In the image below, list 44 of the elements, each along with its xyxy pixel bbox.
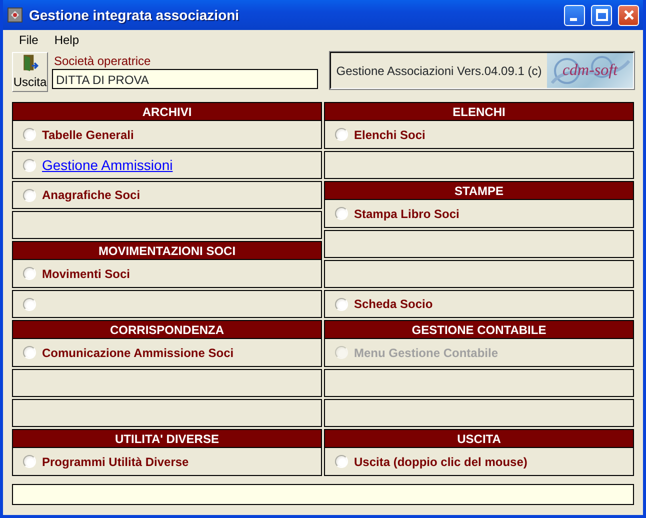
option-label[interactable]: Movimenti Soci — [42, 264, 130, 282]
radio-button[interactable] — [23, 188, 36, 202]
radio-button[interactable] — [335, 128, 348, 141]
company-field[interactable]: DITTA DI PROVA — [52, 69, 318, 89]
section-header: ELENCHI — [324, 102, 634, 121]
option-label[interactable]: Elenchi Soci — [354, 126, 426, 144]
minimize-button[interactable] — [564, 4, 585, 26]
field-label: Società operatrice — [53, 53, 152, 69]
section-header: MOVIMENTAZIONI SOCI — [12, 241, 322, 260]
section-header: UTILITA' DIVERSE — [12, 429, 322, 448]
option-label[interactable]: Stampa Libro Soci — [354, 204, 460, 222]
option-label[interactable]: Scheda Socio — [354, 295, 433, 313]
menu-item[interactable]: File — [13, 31, 44, 49]
minimize-icon — [570, 18, 576, 20]
close-icon — [622, 9, 634, 21]
option-label[interactable]: Comunicazione Ammissione Soci — [42, 344, 234, 362]
section-header: CORRISPONDENZA — [12, 320, 322, 339]
section-header: GESTIONE CONTABILE — [324, 320, 634, 339]
radio-button[interactable] — [23, 455, 36, 468]
option-label[interactable]: Programmi Utilità Diverse — [42, 452, 189, 470]
close-button[interactable] — [618, 4, 639, 26]
radio-button[interactable] — [23, 128, 36, 141]
section-header: ARCHIVI — [12, 102, 322, 121]
section-header: STAMPE — [324, 181, 634, 200]
radio-button[interactable] — [23, 267, 36, 280]
radio-button[interactable] — [335, 298, 348, 310]
window-title: Gestione integrata associazioni — [29, 6, 240, 25]
radio-button[interactable] — [23, 158, 36, 172]
option-label[interactable]: Uscita (doppio clic del mouse) — [354, 452, 528, 470]
maximize-button[interactable] — [591, 4, 612, 26]
menu-item[interactable]: Help — [48, 31, 86, 49]
option-link[interactable]: Gestione Ammissioni — [42, 154, 173, 176]
version-text: Gestione Associazioni Vers.04.09.1 (c) — [335, 62, 543, 80]
option-label[interactable]: Tabelle Generali — [42, 126, 134, 144]
radio-button[interactable] — [335, 455, 348, 468]
radio-button[interactable] — [23, 298, 36, 310]
radio-button[interactable] — [335, 207, 348, 220]
option-label[interactable]: Anagrafiche Soci — [42, 186, 140, 204]
exit-button[interactable]: Uscita — [12, 52, 48, 92]
app-icon — [7, 7, 23, 23]
maximize-icon — [596, 9, 608, 21]
logo-text: cdm-soft — [562, 60, 618, 80]
radio-button[interactable] — [23, 346, 36, 359]
section-header: USCITA — [324, 429, 634, 448]
